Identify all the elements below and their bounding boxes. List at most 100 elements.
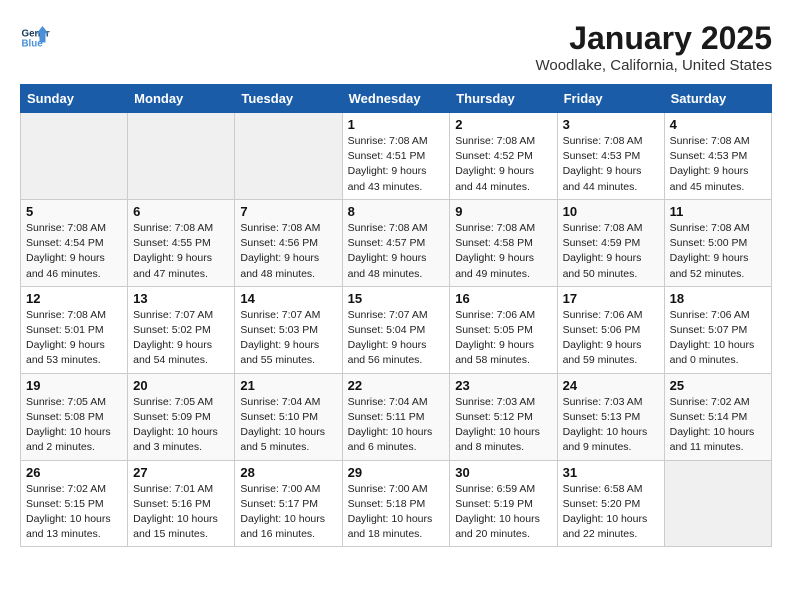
day-info: Sunrise: 7:08 AM Sunset: 5:00 PM Dayligh… [670,221,766,282]
location: Woodlake, California, United States [535,57,772,74]
calendar-cell: 9 Sunrise: 7:08 AM Sunset: 4:58 PM Daylig… [450,199,557,286]
day-number: 3 [563,117,659,132]
title-block: January 2025 Woodlake, California, Unite… [535,20,772,74]
calendar-cell: 1Sunrise: 7:08 AM Sunset: 4:51 PM Daylig… [342,113,450,200]
calendar-cell: 21Sunrise: 7:04 AM Sunset: 5:10 PM Dayli… [235,373,342,460]
calendar-cell: 11 Sunrise: 7:08 AM Sunset: 5:00 PM Dayli… [664,199,771,286]
calendar-cell: 7Sunrise: 7:08 AM Sunset: 4:56 PM Daylig… [235,199,342,286]
weekday-header-row: SundayMondayTuesdayWednesdayThursdayFrid… [21,85,772,113]
day-number: 11 [670,204,766,219]
calendar-week-2: 5 Sunrise: 7:08 AM Sunset: 4:54 PM Daylig… [21,199,772,286]
day-info: Sunrise: 7:04 AM Sunset: 5:11 PM Dayligh… [348,395,445,456]
calendar-cell: 30Sunrise: 6:59 AM Sunset: 5:19 PM Dayli… [450,460,557,547]
day-number: 9 [455,204,551,219]
calendar-cell: 29Sunrise: 7:00 AM Sunset: 5:18 PM Dayli… [342,460,450,547]
calendar-cell: 14 Sunrise: 7:07 AM Sunset: 5:03 PM Dayli… [235,286,342,373]
day-number: 21 [240,378,336,393]
calendar-cell: 27 Sunrise: 7:01 AM Sunset: 5:16 PM Dayli… [128,460,235,547]
day-info: Sunrise: 7:07 AM Sunset: 5:02 PM Dayligh… [133,308,229,369]
day-number: 1 [348,117,445,132]
calendar-cell: 20 Sunrise: 7:05 AM Sunset: 5:09 PM Dayli… [128,373,235,460]
day-info: Sunrise: 7:08 AM Sunset: 4:52 PM Dayligh… [455,134,551,195]
day-number: 31 [563,465,659,480]
day-number: 19 [26,378,122,393]
calendar-cell: 25 Sunrise: 7:02 AM Sunset: 5:14 PM Dayli… [664,373,771,460]
calendar-week-1: 1Sunrise: 7:08 AM Sunset: 4:51 PM Daylig… [21,113,772,200]
logo: General Blue [20,20,54,50]
day-number: 5 [26,204,122,219]
calendar-cell: 31 Sunrise: 6:58 AM Sunset: 5:20 PM Dayli… [557,460,664,547]
day-info: Sunrise: 7:07 AM Sunset: 5:04 PM Dayligh… [348,308,445,369]
day-info: Sunrise: 7:08 AM Sunset: 4:54 PM Dayligh… [26,221,122,282]
day-number: 2 [455,117,551,132]
day-number: 16 [455,291,551,306]
calendar-cell: 18Sunrise: 7:06 AM Sunset: 5:07 PM Dayli… [664,286,771,373]
weekday-header-monday: Monday [128,85,235,113]
day-number: 23 [455,378,551,393]
calendar-table: SundayMondayTuesdayWednesdayThursdayFrid… [20,84,772,547]
day-info: Sunrise: 6:59 AM Sunset: 5:19 PM Dayligh… [455,482,551,543]
day-number: 4 [670,117,766,132]
day-number: 20 [133,378,229,393]
calendar-cell: 12 Sunrise: 7:08 AM Sunset: 5:01 PM Dayli… [21,286,128,373]
day-number: 6 [133,204,229,219]
calendar-cell: 28Sunrise: 7:00 AM Sunset: 5:17 PM Dayli… [235,460,342,547]
day-number: 27 [133,465,229,480]
calendar-cell: 15 Sunrise: 7:07 AM Sunset: 5:04 PM Dayli… [342,286,450,373]
day-info: Sunrise: 7:06 AM Sunset: 5:06 PM Dayligh… [563,308,659,369]
day-info: Sunrise: 7:05 AM Sunset: 5:09 PM Dayligh… [133,395,229,456]
day-info: Sunrise: 7:06 AM Sunset: 5:07 PM Dayligh… [670,308,766,369]
calendar-cell: 24 Sunrise: 7:03 AM Sunset: 5:13 PM Dayli… [557,373,664,460]
day-number: 10 [563,204,659,219]
day-info: Sunrise: 7:08 AM Sunset: 4:57 PM Dayligh… [348,221,445,282]
day-info: Sunrise: 7:02 AM Sunset: 5:15 PM Dayligh… [26,482,122,543]
day-info: Sunrise: 7:08 AM Sunset: 4:58 PM Dayligh… [455,221,551,282]
day-info: Sunrise: 7:03 AM Sunset: 5:13 PM Dayligh… [563,395,659,456]
calendar-cell: 4 Sunrise: 7:08 AM Sunset: 4:53 PM Daylig… [664,113,771,200]
day-info: Sunrise: 7:08 AM Sunset: 4:59 PM Dayligh… [563,221,659,282]
day-info: Sunrise: 7:00 AM Sunset: 5:17 PM Dayligh… [240,482,336,543]
calendar-week-4: 19 Sunrise: 7:05 AM Sunset: 5:08 PM Dayli… [21,373,772,460]
weekday-header-thursday: Thursday [450,85,557,113]
day-number: 12 [26,291,122,306]
calendar-week-5: 26 Sunrise: 7:02 AM Sunset: 5:15 PM Dayli… [21,460,772,547]
day-number: 14 [240,291,336,306]
day-number: 29 [348,465,445,480]
day-info: Sunrise: 7:02 AM Sunset: 5:14 PM Dayligh… [670,395,766,456]
day-info: Sunrise: 6:58 AM Sunset: 5:20 PM Dayligh… [563,482,659,543]
calendar-cell: 23 Sunrise: 7:03 AM Sunset: 5:12 PM Dayli… [450,373,557,460]
day-info: Sunrise: 7:01 AM Sunset: 5:16 PM Dayligh… [133,482,229,543]
calendar-cell: 10 Sunrise: 7:08 AM Sunset: 4:59 PM Dayli… [557,199,664,286]
day-number: 22 [348,378,445,393]
day-number: 25 [670,378,766,393]
day-number: 26 [26,465,122,480]
page-header: General Blue January 2025 Woodlake, Cali… [20,20,772,74]
day-info: Sunrise: 7:08 AM Sunset: 5:01 PM Dayligh… [26,308,122,369]
day-number: 24 [563,378,659,393]
logo-icon: General Blue [20,20,50,50]
day-number: 17 [563,291,659,306]
calendar-cell: 16 Sunrise: 7:06 AM Sunset: 5:05 PM Dayli… [450,286,557,373]
calendar-cell: 26 Sunrise: 7:02 AM Sunset: 5:15 PM Dayli… [21,460,128,547]
month-title: January 2025 [535,20,772,57]
calendar-week-3: 12 Sunrise: 7:08 AM Sunset: 5:01 PM Dayli… [21,286,772,373]
day-number: 13 [133,291,229,306]
weekday-header-sunday: Sunday [21,85,128,113]
day-info: Sunrise: 7:08 AM Sunset: 4:56 PM Dayligh… [240,221,336,282]
day-number: 8 [348,204,445,219]
weekday-header-wednesday: Wednesday [342,85,450,113]
day-info: Sunrise: 7:06 AM Sunset: 5:05 PM Dayligh… [455,308,551,369]
calendar-cell: 5 Sunrise: 7:08 AM Sunset: 4:54 PM Daylig… [21,199,128,286]
calendar-cell: 8 Sunrise: 7:08 AM Sunset: 4:57 PM Daylig… [342,199,450,286]
calendar-cell [664,460,771,547]
calendar-cell: 3Sunrise: 7:08 AM Sunset: 4:53 PM Daylig… [557,113,664,200]
day-info: Sunrise: 7:08 AM Sunset: 4:55 PM Dayligh… [133,221,229,282]
day-info: Sunrise: 7:08 AM Sunset: 4:53 PM Dayligh… [670,134,766,195]
day-info: Sunrise: 7:07 AM Sunset: 5:03 PM Dayligh… [240,308,336,369]
day-number: 15 [348,291,445,306]
calendar-cell [128,113,235,200]
calendar-cell: 2 Sunrise: 7:08 AM Sunset: 4:52 PM Daylig… [450,113,557,200]
day-info: Sunrise: 7:05 AM Sunset: 5:08 PM Dayligh… [26,395,122,456]
day-info: Sunrise: 7:03 AM Sunset: 5:12 PM Dayligh… [455,395,551,456]
calendar-cell: 22 Sunrise: 7:04 AM Sunset: 5:11 PM Dayli… [342,373,450,460]
